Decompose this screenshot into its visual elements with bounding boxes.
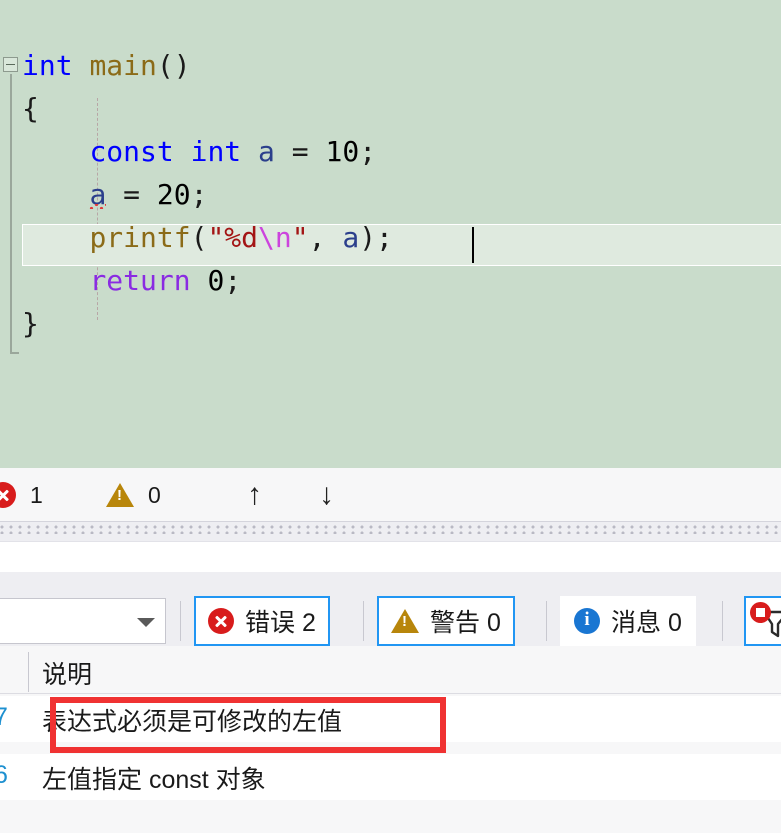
code-token: \n	[258, 221, 292, 254]
code-token: =	[106, 178, 157, 211]
status-warning-count: 0	[148, 481, 161, 508]
code-token: =	[274, 135, 326, 168]
code-token: 20	[156, 178, 191, 211]
code-line: }	[22, 302, 393, 345]
code-token: 0	[207, 264, 225, 297]
status-error-group[interactable]: 1	[0, 468, 43, 522]
code-token: int	[22, 49, 73, 82]
status-warning-group[interactable]: 0	[106, 468, 161, 522]
code-token: int	[190, 135, 242, 168]
code-token: ;	[359, 135, 377, 168]
error-code: 6	[0, 761, 8, 789]
text-caret	[472, 227, 474, 263]
table-row[interactable]: 7 表达式必须是可修改的左值	[0, 696, 781, 742]
error-code: 7	[0, 703, 8, 731]
code-token: const	[89, 135, 174, 168]
filter-active-badge-icon	[750, 602, 771, 623]
info-icon	[574, 608, 600, 634]
messages-filter-button[interactable]: 消息 0	[560, 596, 696, 646]
code-line: const int a = 10;	[22, 130, 393, 173]
code-token: "	[291, 221, 309, 254]
status-prev-button[interactable]: ↑	[247, 468, 262, 522]
code-token: a	[342, 221, 360, 254]
code-line: {	[22, 87, 393, 130]
warning-icon	[106, 483, 134, 507]
error-description: 左值指定 const 对象	[42, 766, 266, 794]
code-token: return	[89, 264, 191, 297]
column-divider	[28, 652, 29, 692]
chevron-down-icon	[137, 618, 155, 627]
error-squiggle	[89, 204, 107, 209]
status-error-count: 1	[30, 481, 43, 508]
error-list-table[interactable]: 说明 7 表达式必须是可修改的左值 6 左值指定 const 对象	[0, 646, 781, 833]
toolbar-separator	[546, 601, 547, 641]
code-token: (	[190, 221, 208, 254]
warning-icon	[391, 609, 419, 633]
code-text[interactable]: int main() { const int a = 10; a = 20; pr…	[22, 44, 393, 345]
arrow-down-icon: ↓	[319, 478, 334, 511]
code-token: 10	[325, 135, 360, 168]
outlining-bracket-line	[10, 74, 19, 354]
error-list-header-row: 说明	[0, 646, 781, 694]
code-token: a	[89, 178, 107, 211]
error-icon	[208, 608, 234, 634]
arrow-up-icon: ↑	[247, 478, 262, 511]
panel-splitter[interactable]	[0, 522, 781, 542]
warnings-filter-label: 警告 0	[430, 609, 501, 637]
toolbar-separator	[722, 601, 723, 641]
collapse-minus-icon[interactable]	[3, 57, 18, 72]
code-line: a = 20;	[22, 173, 393, 216]
code-token: a	[258, 135, 275, 168]
code-token: main	[89, 49, 157, 82]
toolbar-separator	[180, 601, 181, 641]
panel-gap	[0, 542, 781, 572]
code-token: "%d	[207, 221, 259, 254]
splitter-grip-dots	[0, 525, 781, 534]
status-next-button[interactable]: ↓	[319, 468, 334, 522]
code-token: ;	[224, 264, 242, 297]
messages-filter-label: 消息 0	[611, 609, 682, 637]
code-line: return 0;	[22, 259, 393, 302]
editor-outlining-margin[interactable]	[0, 0, 22, 468]
scope-filter-dropdown[interactable]	[0, 598, 166, 644]
error-icon	[0, 482, 16, 508]
editor-status-strip: 1 0 ↑ ↓	[0, 468, 781, 522]
errors-filter-button[interactable]: 错误 2	[194, 596, 330, 646]
warnings-filter-button[interactable]: 警告 0	[377, 596, 515, 646]
errors-filter-label: 错误 2	[245, 609, 316, 637]
code-token: );	[359, 221, 393, 254]
code-token: ,	[308, 221, 343, 254]
code-token: printf	[89, 221, 191, 254]
error-description: 表达式必须是可修改的左值	[42, 708, 343, 736]
code-token: ;	[190, 178, 208, 211]
code-line: int main()	[22, 44, 393, 87]
code-token: }	[22, 307, 39, 340]
filter-button[interactable]	[744, 596, 781, 646]
code-token: {	[22, 92, 39, 125]
column-header-description[interactable]: 说明	[42, 655, 92, 691]
code-token: ()	[156, 49, 191, 82]
code-line: printf("%d\n", a);	[22, 216, 393, 259]
code-editor[interactable]: int main() { const int a = 10; a = 20; pr…	[0, 0, 781, 468]
table-row[interactable]: 6 左值指定 const 对象	[0, 754, 781, 800]
toolbar-separator	[363, 601, 364, 641]
